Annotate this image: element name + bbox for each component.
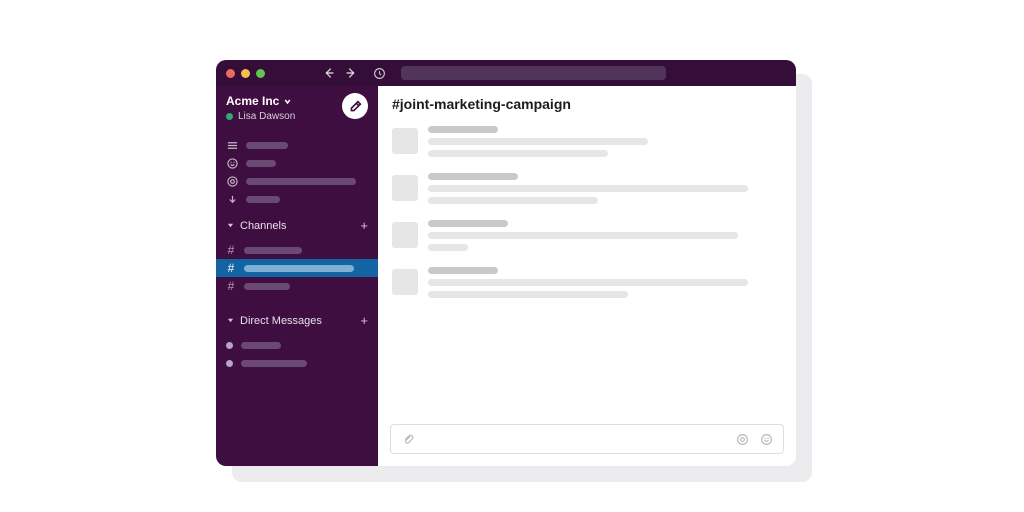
caret-down-icon — [226, 317, 234, 325]
attach-button[interactable] — [401, 432, 415, 446]
nav-back-button[interactable] — [321, 65, 337, 81]
presence-dot-icon — [226, 342, 233, 349]
close-window-button[interactable] — [226, 69, 235, 78]
workspace-name: Acme Inc — [226, 94, 295, 108]
dm-item[interactable] — [216, 336, 378, 354]
hash-icon: # — [226, 279, 236, 293]
window-controls — [226, 69, 265, 78]
emoji-button[interactable] — [759, 432, 773, 446]
nav-forward-button[interactable] — [343, 65, 359, 81]
message-composer[interactable] — [390, 424, 784, 454]
sidebar-quick-nav — [216, 132, 378, 212]
message-item — [392, 126, 782, 157]
sidebar: Acme Inc Lisa Dawson — [216, 86, 378, 466]
presence-dot-icon — [226, 113, 233, 120]
compose-button[interactable] — [342, 93, 368, 119]
avatar — [392, 175, 418, 201]
at-icon — [226, 175, 238, 187]
download-icon — [226, 193, 238, 205]
main-panel: #joint-marketing-campaign — [378, 86, 796, 466]
message-item — [392, 173, 782, 204]
add-channel-button[interactable]: + — [360, 218, 368, 233]
threads-nav[interactable] — [216, 136, 378, 154]
channel-title: #joint-marketing-campaign — [392, 96, 782, 112]
minimize-window-button[interactable] — [241, 69, 250, 78]
threads-icon — [226, 139, 238, 151]
app-window: Acme Inc Lisa Dawson — [216, 60, 796, 466]
channel-header: #joint-marketing-campaign — [378, 86, 796, 122]
message-item — [392, 220, 782, 251]
titlebar — [216, 60, 796, 86]
add-dm-button[interactable]: + — [360, 313, 368, 328]
user-presence: Lisa Dawson — [226, 111, 295, 122]
message-list — [378, 122, 796, 416]
workspace-header[interactable]: Acme Inc Lisa Dawson — [216, 86, 378, 132]
dms-heading[interactable]: Direct Messages + — [216, 307, 378, 332]
channels-heading[interactable]: Channels + — [216, 212, 378, 237]
search-input[interactable] — [401, 66, 666, 80]
channel-item[interactable]: # — [216, 277, 378, 295]
activity-nav[interactable] — [216, 154, 378, 172]
channel-item-selected[interactable]: # — [216, 259, 378, 277]
mention-button[interactable] — [735, 432, 749, 446]
avatar — [392, 269, 418, 295]
mentions-nav[interactable] — [216, 172, 378, 190]
dms-label: Direct Messages — [240, 315, 322, 327]
smile-icon — [226, 157, 238, 169]
channel-item[interactable]: # — [216, 241, 378, 259]
channels-label: Channels — [240, 220, 286, 232]
caret-down-icon — [226, 222, 234, 230]
history-button[interactable] — [371, 65, 387, 81]
message-item — [392, 267, 782, 298]
maximize-window-button[interactable] — [256, 69, 265, 78]
avatar — [392, 128, 418, 154]
dm-item[interactable] — [216, 354, 378, 372]
hash-icon: # — [226, 261, 236, 275]
more-nav[interactable] — [216, 190, 378, 208]
user-name: Lisa Dawson — [238, 111, 295, 122]
presence-dot-icon — [226, 360, 233, 367]
avatar — [392, 222, 418, 248]
hash-icon: # — [226, 243, 236, 257]
